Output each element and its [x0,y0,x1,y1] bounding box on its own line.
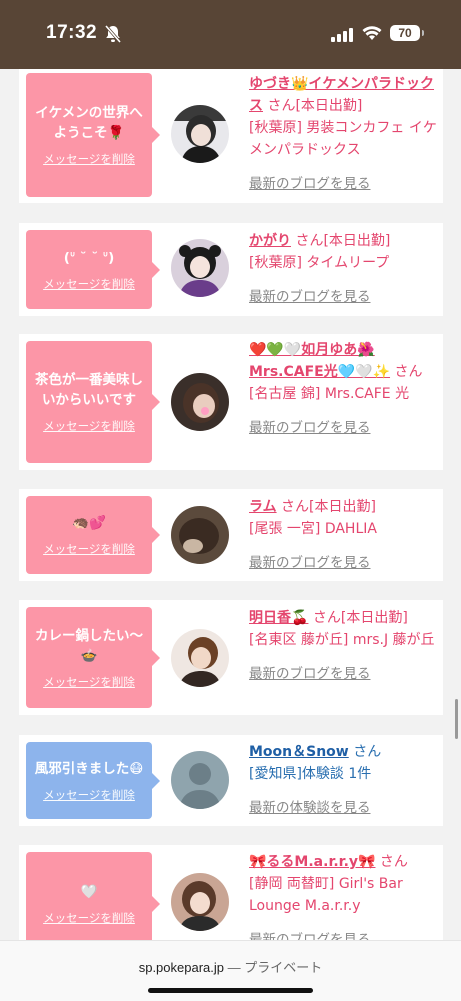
honorific: さん [379,854,408,870]
status-bar: 17:32 70 [0,0,461,69]
message-bubble: 茶色が一番美味しいからいいです メッセージを削除 [26,341,160,463]
message-bubble: 🤍 メッセージを削除 [26,852,160,940]
shop-location: [秋葉原] 男装コンカフェ イケメンパラドックス [249,120,437,158]
message-feed[interactable]: イケメンの世界へようこそ🌹 メッセージを削除 ゆづき👑イケメンパラドックス さん… [0,69,461,940]
shop-location: [名東区 藤が丘] mrs.J 藤が丘 [249,632,435,648]
message-bubble: カレー鍋したい〜🍲 メッセージを削除 [26,607,160,708]
wifi-icon [362,25,382,45]
url-text[interactable]: sp.pokepara.jp [139,960,224,975]
avatar[interactable] [171,373,229,431]
delete-message-link[interactable]: メッセージを削除 [43,910,135,926]
message-bubble: 🦔💕 メッセージを削除 [26,496,160,574]
delete-message-link[interactable]: メッセージを削除 [43,541,135,557]
message-bubble: (ᐡ ˘ ˘ ᐡ) メッセージを削除 [26,230,160,309]
cast-name-link[interactable]: ❤️💚🤍如月ゆあ🌺Mrs.CAFE光🩵🤍✨ [249,342,390,380]
honorific: さん [353,744,382,760]
work-status: [本日出勤] [295,98,363,114]
avatar[interactable] [171,239,229,297]
message-text: カレー鍋したい〜🍲 [35,627,143,664]
honorific: さん [281,499,310,515]
cellular-signal-icon [331,27,353,46]
shop-location: [秋葉原] タイムリープ [249,255,390,271]
latest-blog-link[interactable]: 最新のブログを見る [249,663,437,685]
work-status: [本日出勤] [323,233,391,249]
scroll-indicator[interactable] [455,699,458,739]
delete-message-link[interactable]: メッセージを削除 [43,418,135,434]
latest-blog-link[interactable]: 最新のブログを見る [249,286,437,308]
cast-info: ❤️💚🤍如月ゆあ🌺Mrs.CAFE光🩵🤍✨ さん [名古屋 錦] Mrs.CAF… [249,339,437,439]
message-text: 🤍 [80,883,98,900]
shop-location: [尾張 一宮] DAHLIA [249,521,377,537]
shop-location: [名古屋 錦] Mrs.CAFE 光 [249,386,410,402]
shop-location: [愛知県]体験談 1件 [249,766,372,782]
message-card: カレー鍋したい〜🍲 メッセージを削除 明日香🍒 さん[本日出勤] [名東区 藤が… [19,600,443,715]
message-card: (ᐡ ˘ ˘ ᐡ) メッセージを削除 かがり さん[本日出勤] [秋葉原] タイ… [19,223,443,316]
status-time: 17:32 [46,22,98,43]
message-card: 茶色が一番美味しいからいいです メッセージを削除 ❤️💚🤍如月ゆあ🌺Mrs.CA… [19,334,443,470]
delete-message-link[interactable]: メッセージを削除 [43,787,135,803]
message-bubble: イケメンの世界へようこそ🌹 メッセージを削除 [26,73,160,197]
cast-info: 明日香🍒 さん[本日出勤] [名東区 藤が丘] mrs.J 藤が丘 最新のブログ… [249,607,437,685]
avatar[interactable] [171,873,229,931]
message-bubble: 風邪引きました😷 メッセージを削除 [26,742,160,819]
message-card: イケメンの世界へようこそ🌹 メッセージを削除 ゆづき👑イケメンパラドックス さん… [19,69,443,203]
cast-info: ラム さん[本日出勤] [尾張 一宮] DAHLIA 最新のブログを見る [249,496,437,574]
latest-review-link[interactable]: 最新の体験談を見る [249,797,437,819]
avatar[interactable] [171,105,229,163]
cast-name-link[interactable]: 明日香🍒 [249,610,308,626]
browser-address-bar[interactable]: sp.pokepara.jp — プライベート [0,940,461,1001]
message-text: 風邪引きました😷 [34,760,144,777]
battery-indicator: 70 [390,25,424,41]
private-mode-label: プライベート [244,960,323,975]
cast-info: ゆづき👑イケメンパラドックス さん[本日出勤] [秋葉原] 男装コンカフェ イケ… [249,73,437,195]
bell-muted-icon [104,24,122,48]
url-separator: — [227,960,241,975]
delete-message-link[interactable]: メッセージを削除 [43,151,135,167]
latest-blog-link[interactable]: 最新のブログを見る [249,173,437,195]
cast-name-link[interactable]: かがり [249,233,291,249]
avatar[interactable] [171,629,229,687]
message-text: 茶色が一番美味しいからいいです [35,372,143,408]
cast-info: かがり さん[本日出勤] [秋葉原] タイムリープ 最新のブログを見る [249,230,437,308]
shop-location: [静岡 両替町] Girl's Bar Lounge M.a.r.r.y [249,876,403,914]
shop-name-link[interactable]: Moon＆Snow [249,744,349,760]
home-indicator[interactable] [148,988,313,993]
message-text: イケメンの世界へようこそ🌹 [35,105,143,141]
honorific: さん [267,98,296,114]
work-status: [本日出勤] [309,499,376,515]
honorific: さん [394,364,423,380]
avatar[interactable] [171,751,229,809]
message-card: 🤍 メッセージを削除 🎀るるM.a.r.r.y🎀 さん [静岡 両替町] Gir… [19,845,443,940]
latest-blog-link[interactable]: 最新のブログを見る [249,552,437,574]
work-status: [本日出勤] [340,610,408,626]
message-text: (ᐡ ˘ ˘ ᐡ) [63,249,115,266]
message-card: 風邪引きました😷 メッセージを削除 Moon＆Snow さん [愛知県]体験談 … [19,735,443,826]
cast-name-link[interactable]: 🎀るるM.a.r.r.y🎀 [249,854,375,870]
honorific: さん [312,610,341,626]
cast-name-link[interactable]: ラム [249,499,277,515]
delete-message-link[interactable]: メッセージを削除 [43,674,135,690]
cast-info: 🎀るるM.a.r.r.y🎀 さん [静岡 両替町] Girl's Bar Lou… [249,851,437,940]
avatar[interactable] [171,506,229,564]
latest-blog-link[interactable]: 最新のブログを見る [249,929,437,940]
message-card: 🦔💕 メッセージを削除 ラム さん[本日出勤] [尾張 一宮] DAHLIA 最… [19,489,443,581]
honorific: さん [295,233,324,249]
latest-blog-link[interactable]: 最新のブログを見る [249,417,437,439]
delete-message-link[interactable]: メッセージを削除 [43,276,135,292]
cast-info: Moon＆Snow さん [愛知県]体験談 1件 最新の体験談を見る [249,741,437,819]
message-text: 🦔💕 [72,515,106,531]
